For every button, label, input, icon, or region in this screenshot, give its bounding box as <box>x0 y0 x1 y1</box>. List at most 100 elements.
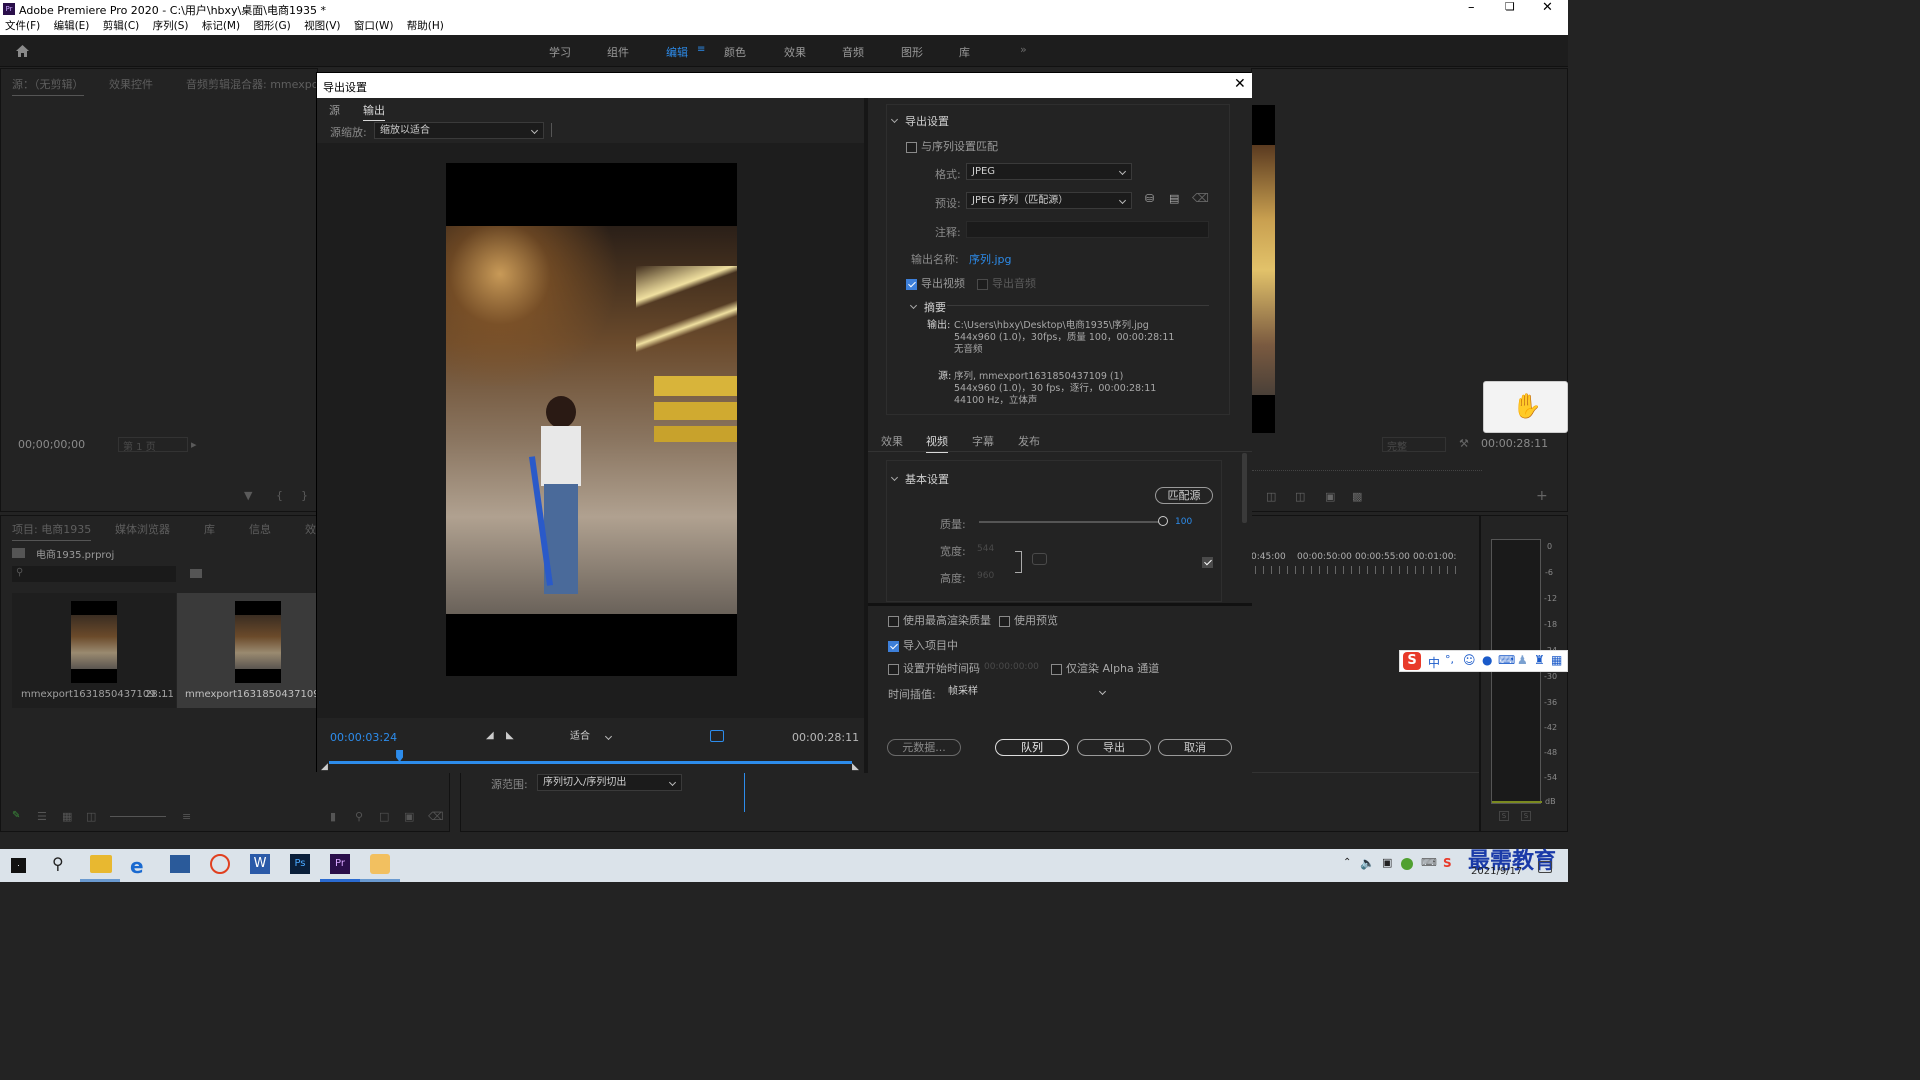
aspect-toggle-icon[interactable] <box>710 730 724 742</box>
tab-info[interactable]: 信息 <box>249 521 271 537</box>
close-window-button[interactable]: ✕ <box>1542 0 1553 15</box>
range-start-handle[interactable]: ◢ <box>321 762 328 772</box>
current-timecode[interactable]: 00:00:03:24 <box>330 731 397 744</box>
camera-icon[interactable]: ▣ <box>1325 490 1335 503</box>
summary-header[interactable]: 摘要 <box>909 299 946 315</box>
tray-sogou-icon[interactable]: S <box>1443 856 1452 870</box>
match-dimension-checkbox[interactable] <box>1202 555 1217 568</box>
quality-select[interactable]: 完整 <box>1382 437 1446 453</box>
set-out-icon[interactable]: ◣ <box>506 730 514 741</box>
format-select[interactable]: JPEG <box>966 163 1132 180</box>
ime-language[interactable]: 中 <box>1428 654 1440 671</box>
home-icon[interactable] <box>15 43 30 58</box>
solo-right[interactable]: S <box>1521 811 1531 821</box>
show-hidden-icons[interactable]: ⌃ <box>1343 857 1351 868</box>
list-view-icon[interactable]: ☰ <box>37 810 47 823</box>
app-icon[interactable] <box>210 854 230 874</box>
export-button[interactable]: 导出 <box>1077 739 1151 756</box>
ime-mic-icon[interactable]: ● <box>1482 653 1492 667</box>
tab-captions-settings[interactable]: 字幕 <box>972 433 994 449</box>
write-icon[interactable]: ✎ <box>12 810 20 821</box>
range-end-handle[interactable]: ◣ <box>852 762 859 772</box>
tab-libraries[interactable]: 库 <box>204 521 215 537</box>
maximize-button[interactable]: ❏ <box>1505 0 1515 13</box>
output-name-link[interactable]: 序列.jpg <box>969 251 1012 267</box>
workspace-editing[interactable]: 编辑 <box>666 44 688 60</box>
start-timecode-checkbox[interactable]: 设置开始时间码 <box>888 660 980 676</box>
workspace-libraries[interactable]: 库 <box>959 44 970 60</box>
tray-app-icon[interactable] <box>1401 858 1413 870</box>
wrench-icon[interactable]: ⚒ <box>1459 437 1469 450</box>
menu-marker[interactable]: 标记(M) <box>202 20 240 32</box>
network-icon[interactable]: ▣ <box>1382 856 1392 869</box>
premiere-taskbar-icon[interactable]: Pr <box>330 854 350 874</box>
tab-project[interactable]: 项目: 电商1935 <box>12 521 92 541</box>
cancel-button[interactable]: 取消 <box>1158 739 1232 756</box>
solo-left[interactable]: S <box>1499 811 1509 821</box>
word-icon[interactable]: W <box>250 854 270 874</box>
import-preset-icon[interactable]: ▤ <box>1169 192 1179 205</box>
settings-scrollbar[interactable] <box>1242 453 1247 523</box>
project-search-input[interactable] <box>12 566 176 582</box>
play-icon[interactable]: ▸ <box>191 438 197 451</box>
alpha-only-checkbox[interactable]: 仅渲染 Alpha 通道 <box>1051 660 1159 676</box>
ime-grid-icon[interactable]: ▦ <box>1551 653 1562 667</box>
quality-value[interactable]: 100 <box>1175 517 1192 527</box>
taskbar-search-icon[interactable]: ⚲ <box>52 854 64 873</box>
workspace-menu-icon[interactable]: ≡ <box>697 44 705 55</box>
new-item-icon[interactable]: ▣ <box>404 810 414 823</box>
delete-preset-icon[interactable]: ⌫ <box>1192 191 1209 205</box>
out-point-icon[interactable]: } <box>301 489 308 502</box>
import-project-checkbox[interactable]: 导入项目中 <box>888 637 958 653</box>
timeline-scrubber[interactable] <box>329 761 852 764</box>
media-encoder-icon[interactable] <box>370 854 390 874</box>
ime-emoji-icon[interactable]: ☺ <box>1463 653 1476 667</box>
delete-icon[interactable]: ⌫ <box>428 810 444 823</box>
quality-slider-thumb[interactable] <box>1158 516 1168 526</box>
program-timecode[interactable]: 00:00:28:11 <box>1481 437 1548 450</box>
source-timecode[interactable]: 00;00;00;00 <box>18 438 85 451</box>
fit-select[interactable]: 适合 <box>564 728 618 745</box>
ime-skin-icon[interactable]: ♜ <box>1534 653 1545 667</box>
source-range-select[interactable]: 序列切入/序列切出 <box>537 774 682 791</box>
menu-edit[interactable]: 编辑(E) <box>54 20 90 32</box>
interpolation-select[interactable]: 帧采样 <box>942 683 1112 700</box>
sort-icon[interactable]: ≡ <box>182 810 191 823</box>
tray-ime-icon[interactable]: ⌨ <box>1421 856 1437 869</box>
menu-clip[interactable]: 剪辑(C) <box>103 20 140 32</box>
preset-select[interactable]: JPEG 序列（匹配源） <box>966 192 1132 209</box>
tab-audio-mixer[interactable]: 音频剪辑混合器: mmexport <box>186 76 327 92</box>
tab-effects[interactable]: 效 <box>305 521 316 537</box>
workspace-learn[interactable]: 学习 <box>549 44 571 60</box>
sogou-icon[interactable]: S <box>1403 652 1421 670</box>
quality-slider[interactable] <box>979 521 1162 523</box>
export-settings-header[interactable]: 导出设置 <box>890 113 949 129</box>
in-point-icon[interactable]: { <box>276 489 283 502</box>
menu-view[interactable]: 视图(V) <box>304 20 340 32</box>
automate-icon[interactable]: ▮ <box>330 810 336 823</box>
set-in-icon[interactable]: ◢ <box>486 730 494 741</box>
dialog-close-button[interactable]: ✕ <box>1234 76 1246 92</box>
clock-date[interactable]: 2021/9/17 <box>1471 866 1522 877</box>
photos-icon[interactable] <box>170 855 190 873</box>
tab-source[interactable]: 源：（无剪辑） <box>12 76 84 96</box>
new-bin-icon[interactable] <box>190 569 202 578</box>
icon-view-icon[interactable]: ▦ <box>62 810 72 823</box>
hand-icon[interactable]: ✋ <box>1512 392 1542 420</box>
source-scaling-select[interactable]: 缩放以适合 <box>374 122 544 139</box>
menu-help[interactable]: 帮助(H) <box>407 20 444 32</box>
notification-icon[interactable] <box>1538 861 1552 873</box>
tab-effect-controls[interactable]: 效果控件 <box>109 76 153 92</box>
lift-icon[interactable]: ◫ <box>1266 490 1276 503</box>
link-dimensions-icon[interactable] <box>1032 553 1047 565</box>
max-quality-checkbox[interactable]: 使用最高渲染质量 <box>888 612 991 628</box>
workspace-audio[interactable]: 音频 <box>842 44 864 60</box>
menu-window[interactable]: 窗口(W) <box>354 20 394 32</box>
workspace-color[interactable]: 颜色 <box>724 44 746 60</box>
export-audio-checkbox[interactable]: 导出音频 <box>977 275 1036 291</box>
menu-sequence[interactable]: 序列(S) <box>153 20 189 32</box>
save-preset-icon[interactable]: ⛁ <box>1145 192 1154 205</box>
comment-input[interactable] <box>966 221 1209 238</box>
compare-icon[interactable]: ▩ <box>1352 490 1362 503</box>
match-source-button[interactable]: 匹配源 <box>1155 487 1213 504</box>
